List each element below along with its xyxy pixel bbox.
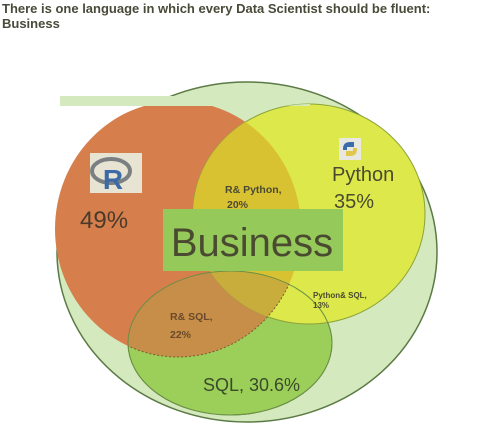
r-python-line1: R& Python, bbox=[225, 184, 282, 196]
sql-label: SQL, 30.6% bbox=[203, 375, 300, 395]
python-logo-icon bbox=[339, 138, 361, 160]
r-sql-line1: R& SQL, bbox=[170, 311, 213, 323]
r-percent: 49% bbox=[80, 207, 128, 234]
venn-diagram: Business R 49% Python 35% R& Python, 20%… bbox=[55, 81, 438, 423]
python-sql-line1: Python& SQL, bbox=[313, 291, 367, 300]
r-circle-top-cut bbox=[60, 96, 300, 106]
python-percent: 35% bbox=[334, 191, 374, 213]
business-label: Business bbox=[171, 221, 333, 265]
svg-text:R: R bbox=[103, 164, 123, 195]
r-logo-icon: R bbox=[90, 153, 142, 195]
python-name: Python bbox=[332, 164, 394, 186]
r-python-line2: 20% bbox=[227, 199, 249, 211]
python-sql-line2: 13% bbox=[313, 301, 329, 310]
r-sql-line2: 22% bbox=[170, 329, 192, 341]
